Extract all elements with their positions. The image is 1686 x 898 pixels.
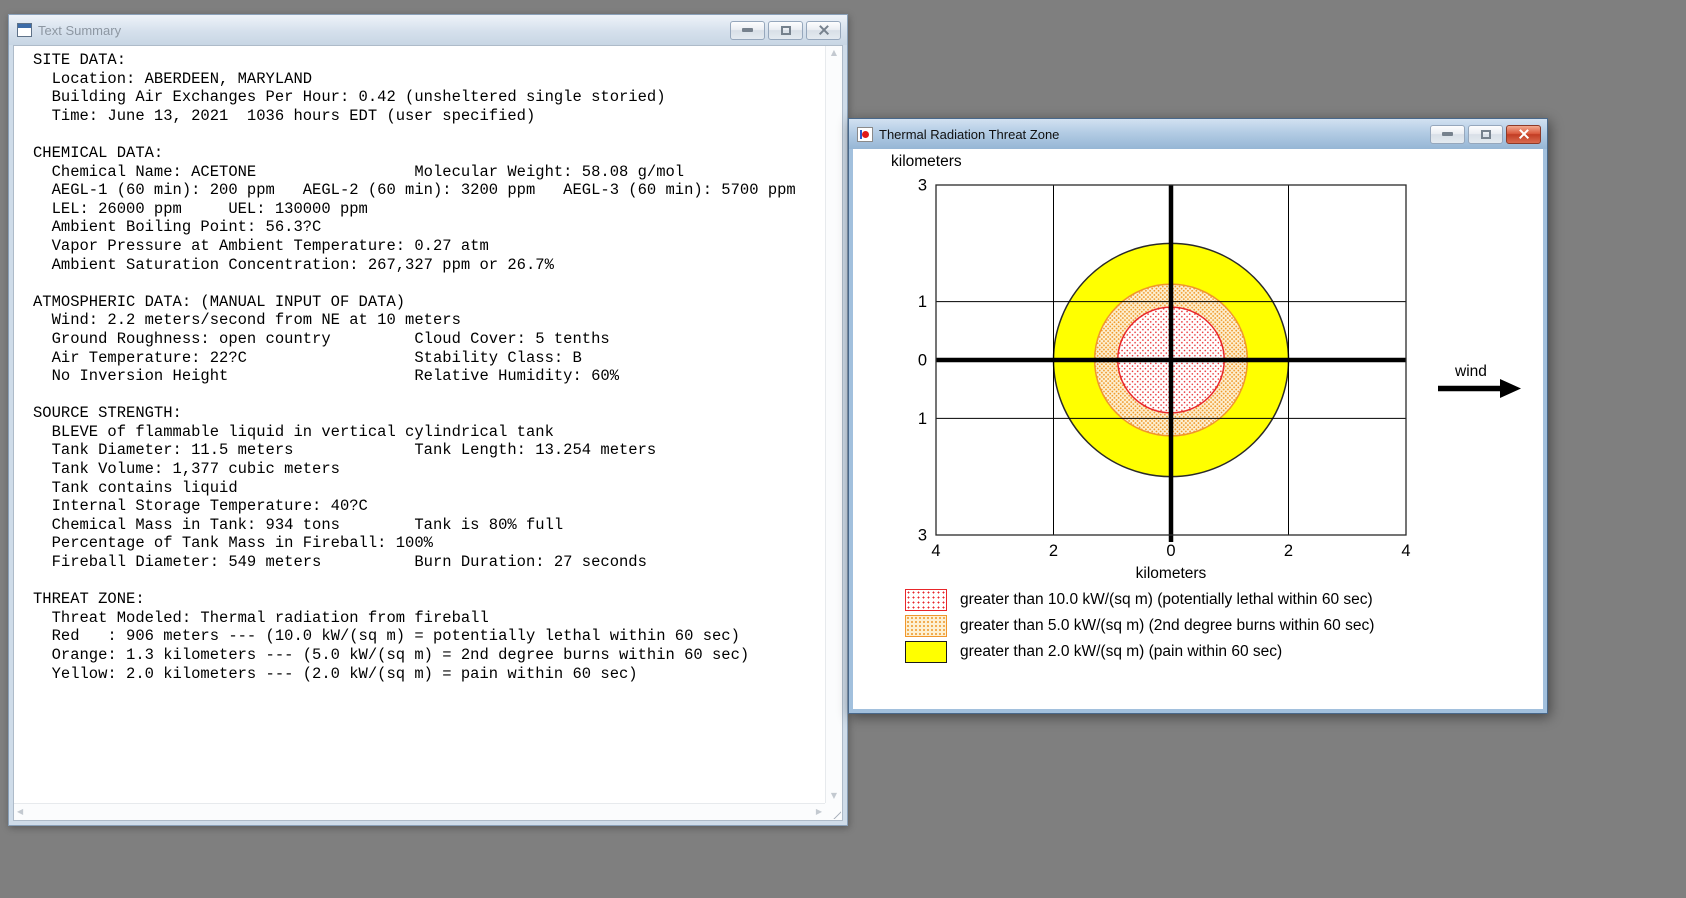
scroll-right-icon[interactable]: ▶ bbox=[816, 808, 822, 816]
maximize-button[interactable] bbox=[1468, 124, 1503, 144]
threat-zone-window-title: Thermal Radiation Threat Zone bbox=[879, 126, 1060, 142]
y-tick-label: 1 bbox=[918, 410, 927, 428]
threat-plot-icon bbox=[857, 126, 873, 142]
legend-row: greater than 5.0 kW/(sq m) (2nd degree b… bbox=[905, 615, 1374, 637]
desktop: { "desktop": { "background": "#7f7f7f" }… bbox=[0, 0, 1686, 898]
legend-swatch-orange-dots bbox=[905, 615, 947, 637]
minimize-button[interactable] bbox=[1430, 124, 1465, 144]
text-summary-window-icon bbox=[17, 23, 32, 37]
y-tick-label: 1 bbox=[918, 293, 927, 311]
window-controls bbox=[730, 20, 841, 40]
window-controls bbox=[1430, 124, 1541, 144]
y-tick-label: 3 bbox=[918, 527, 927, 545]
legend-row: greater than 10.0 kW/(sq m) (potentially… bbox=[905, 589, 1374, 611]
x-tick-label: 4 bbox=[1401, 542, 1410, 560]
text-summary-titlebar[interactable]: Text Summary bbox=[9, 15, 847, 45]
threat-zone-window: Thermal Radiation Threat Zone kilometers… bbox=[848, 118, 1548, 714]
minimize-button[interactable] bbox=[730, 20, 765, 40]
y-tick-label: 0 bbox=[918, 352, 927, 370]
scroll-down-icon[interactable]: ▼ bbox=[831, 792, 837, 800]
threat-zone-content: kilometers kilometers wind 4202431013 gr… bbox=[853, 149, 1543, 709]
legend-swatch-red-dots bbox=[905, 589, 947, 611]
y-tick-label: 3 bbox=[918, 177, 927, 195]
maximize-button[interactable] bbox=[768, 20, 803, 40]
x-tick-label: 0 bbox=[1166, 542, 1175, 560]
x-tick-label: 4 bbox=[931, 542, 940, 560]
horizontal-scrollbar[interactable]: ◀ ▶ bbox=[14, 803, 825, 820]
close-button[interactable] bbox=[1506, 124, 1541, 144]
text-summary-window: Text Summary SITE DATA: Location: ABERDE… bbox=[8, 14, 848, 826]
close-icon bbox=[818, 25, 830, 36]
x-axis-unit-label: kilometers bbox=[1136, 565, 1207, 582]
close-icon bbox=[1518, 129, 1530, 140]
vertical-scrollbar[interactable]: ▲ ▼ bbox=[825, 46, 842, 803]
wind-label: wind bbox=[1454, 363, 1487, 380]
legend-label: greater than 10.0 kW/(sq m) (potentially… bbox=[960, 591, 1373, 608]
text-summary-content: SITE DATA: Location: ABERDEEN, MARYLAND … bbox=[13, 45, 843, 821]
scrollbar-corner bbox=[825, 803, 842, 820]
x-tick-label: 2 bbox=[1284, 542, 1293, 560]
legend-swatch-yellow-solid bbox=[905, 641, 947, 663]
threat-zone-legend: greater than 10.0 kW/(sq m) (potentially… bbox=[905, 589, 1374, 663]
scroll-left-icon[interactable]: ◀ bbox=[17, 808, 23, 816]
summary-text: SITE DATA: Location: ABERDEEN, MARYLAND … bbox=[33, 51, 796, 683]
resize-grip-icon[interactable] bbox=[828, 806, 841, 819]
y-axis-unit-label: kilometers bbox=[891, 153, 962, 170]
legend-label: greater than 2.0 kW/(sq m) (pain within … bbox=[960, 643, 1283, 660]
threat-zone-titlebar[interactable]: Thermal Radiation Threat Zone bbox=[849, 119, 1547, 149]
x-tick-label: 2 bbox=[1049, 542, 1058, 560]
minimize-icon bbox=[1442, 132, 1453, 136]
minimize-icon bbox=[742, 28, 753, 32]
threat-zone-plot: kilometers kilometers wind 4 2 0 2 431013 bbox=[891, 153, 1521, 582]
legend-label: greater than 5.0 kW/(sq m) (2nd degree b… bbox=[960, 617, 1375, 634]
wind-arrow-head bbox=[1500, 379, 1521, 398]
text-summary-window-title: Text Summary bbox=[38, 22, 122, 38]
maximize-icon bbox=[1480, 129, 1491, 139]
scroll-up-icon[interactable]: ▲ bbox=[831, 49, 837, 57]
maximize-icon bbox=[780, 25, 791, 35]
legend-row: greater than 2.0 kW/(sq m) (pain within … bbox=[905, 641, 1374, 663]
close-button[interactable] bbox=[806, 20, 841, 40]
